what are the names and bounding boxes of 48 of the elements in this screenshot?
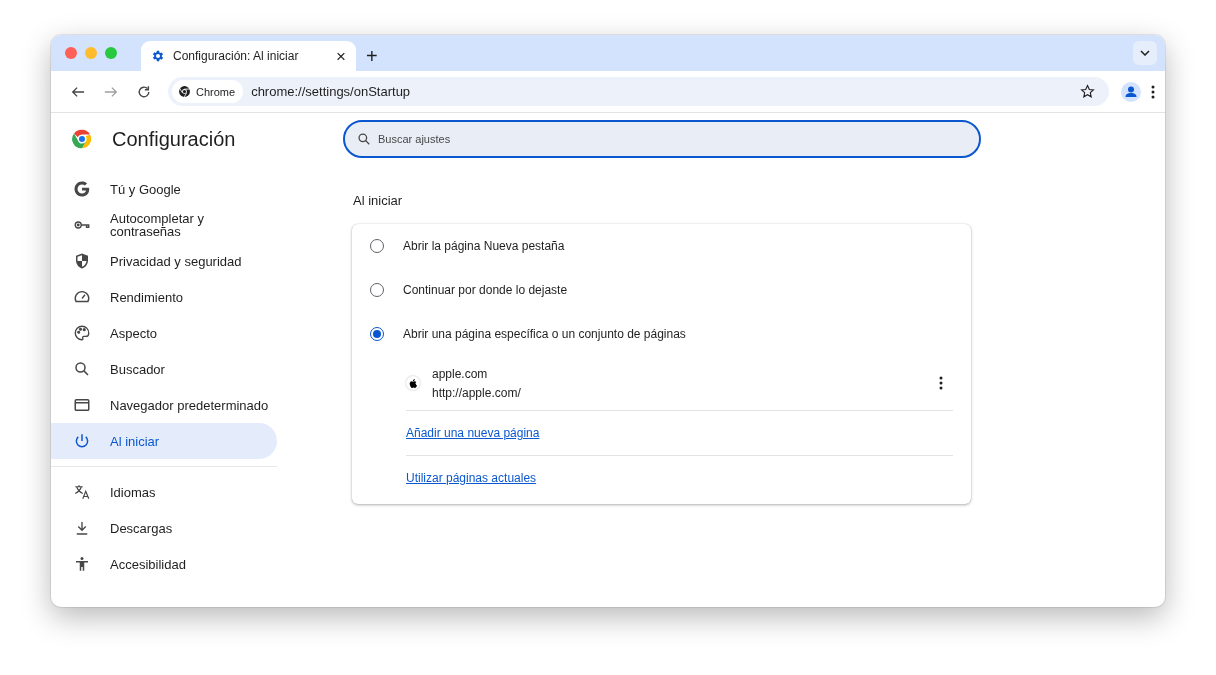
site-chip[interactable]: Chrome (172, 80, 244, 103)
shield-icon (73, 252, 91, 270)
address-bar[interactable]: Chrome chrome://settings/onStartup (168, 77, 1109, 106)
chrome-logo-icon (71, 128, 93, 150)
close-tab-button[interactable]: × (336, 47, 346, 65)
back-icon[interactable] (70, 84, 85, 99)
browser-window-icon (73, 396, 91, 414)
sidebar-item[interactable]: Privacidad y seguridad (51, 243, 277, 279)
browser-tab[interactable]: Configuración: Al iniciar × (141, 41, 356, 71)
site-name: apple.com (432, 366, 489, 381)
sidebar-item[interactable]: Accesibilidad (51, 546, 277, 582)
power-icon (73, 432, 91, 450)
sidebar-item[interactable]: Aspecto (51, 315, 277, 351)
sidebar-item[interactable]: Autocompletar y contraseñas (51, 207, 277, 243)
tab-search-button[interactable] (1133, 41, 1157, 65)
new-tab-button[interactable]: + (366, 46, 378, 66)
sidebar-item[interactable]: Descargas (51, 510, 277, 546)
search-field[interactable]: Buscar ajustes (343, 120, 981, 158)
search-icon (357, 132, 371, 146)
option-label: Continuar por donde lo dejaste (403, 283, 568, 297)
option-label: Abrir una página específica o un conjunto de páginas (403, 327, 686, 341)
bookmark-star-icon[interactable] (1080, 84, 1095, 99)
translate-icon (73, 483, 91, 501)
sidebar-item[interactable]: Al iniciar (51, 423, 277, 459)
gear-icon (151, 49, 165, 63)
tab-title: Configuración: Al iniciar (173, 49, 300, 63)
sidebar-item[interactable]: Tú y Google (51, 171, 277, 207)
link[interactable]: Utilizar páginas actuales (406, 471, 537, 485)
url-text: chrome://settings/onStartup (251, 84, 412, 99)
accessibility-icon (73, 555, 91, 573)
chrome-logo-icon (178, 85, 191, 98)
sidebar-item[interactable]: Navegador predeterminado (51, 387, 277, 423)
profile-avatar-icon[interactable] (1121, 81, 1141, 102)
menu-icon[interactable] (1151, 84, 1155, 99)
link[interactable]: Añadir una nueva página (406, 426, 540, 440)
sidebar-item[interactable]: Rendimiento (51, 279, 277, 315)
chevron-down-icon (1140, 50, 1150, 56)
search-icon (73, 360, 91, 378)
sidebar-item[interactable]: Idiomas (51, 474, 277, 510)
reload-icon[interactable] (136, 84, 151, 99)
section-heading: Al iniciar (353, 193, 404, 208)
google-g-icon (73, 180, 91, 198)
option-label: Abrir la página Nueva pestaña (403, 239, 565, 253)
page-title: Configuración (112, 127, 236, 151)
sidebar-item[interactable]: Buscador (51, 351, 277, 387)
more-options-icon[interactable] (939, 376, 943, 390)
palette-icon (73, 324, 91, 342)
site-url: http://apple.com/ (432, 385, 522, 400)
